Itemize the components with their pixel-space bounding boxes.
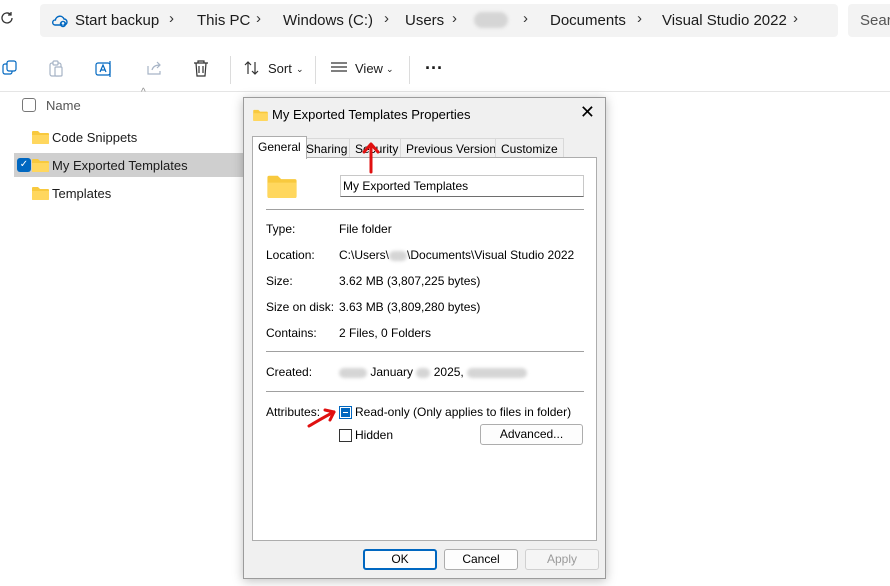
cancel-button[interactable]: Cancel xyxy=(444,549,518,570)
location-value: C:\Users\ \Documents\Visual Studio 2022 xyxy=(339,248,574,262)
address-bar[interactable]: Start backup › This PC › Windows (C:) › … xyxy=(40,4,838,37)
size-label: Size: xyxy=(266,274,293,288)
tab-previous-versions[interactable]: Previous Versions xyxy=(400,138,509,158)
type-value: File folder xyxy=(339,222,392,236)
tab-sharing[interactable]: Sharing xyxy=(300,138,354,158)
hidden-checkbox[interactable] xyxy=(339,429,352,442)
created-year: 2025, xyxy=(433,365,464,379)
size-value: 3.62 MB (3,807,225 bytes) xyxy=(339,274,481,288)
list-item-label: Code Snippets xyxy=(52,130,138,145)
list-item[interactable]: ✓ My Exported Templates xyxy=(14,153,245,177)
breadcrumb-windows-c[interactable]: Windows (C:) xyxy=(283,12,373,29)
contains-label: Contains: xyxy=(266,326,317,340)
location-suffix: \Documents\Visual Studio 2022 xyxy=(407,248,575,262)
list-item-label: Templates xyxy=(52,186,112,201)
address-row: Start backup › This PC › Windows (C:) › … xyxy=(0,0,890,44)
more-options-button[interactable]: ··· xyxy=(425,58,443,79)
sort-button[interactable]: Sort xyxy=(268,61,292,76)
apply-button[interactable]: Apply xyxy=(525,549,599,570)
readonly-checkbox[interactable] xyxy=(339,406,352,419)
tab-customize[interactable]: Customize xyxy=(495,138,564,158)
folder-icon xyxy=(32,186,49,203)
close-icon[interactable]: ✕ xyxy=(580,102,595,123)
chevron-right-icon[interactable]: › xyxy=(793,10,798,27)
redacted-username[interactable] xyxy=(474,12,508,28)
general-tab-panel: My Exported Templates Type: File folder … xyxy=(252,157,597,541)
paste-icon[interactable] xyxy=(48,60,66,78)
checkmark-icon[interactable]: ✓ xyxy=(17,158,31,172)
rename-icon[interactable] xyxy=(95,60,113,78)
toolbar-divider xyxy=(230,56,231,84)
divider xyxy=(266,209,584,210)
sort-icon[interactable] xyxy=(244,60,262,78)
folder-icon xyxy=(267,174,297,203)
created-month: January xyxy=(370,365,414,379)
copy-icon[interactable] xyxy=(2,60,20,78)
view-button[interactable]: View xyxy=(355,61,383,76)
folder-icon xyxy=(253,108,268,126)
file-explorer-window: Start backup › This PC › Windows (C:) › … xyxy=(0,0,890,586)
breadcrumb-documents[interactable]: Documents xyxy=(550,12,626,29)
tab-security[interactable]: Security xyxy=(349,138,405,158)
properties-dialog: My Exported Templates Properties ✕ Gener… xyxy=(243,97,606,579)
hidden-label[interactable]: Hidden xyxy=(355,428,393,442)
select-all-checkbox[interactable] xyxy=(22,98,36,112)
toolbar-divider xyxy=(315,56,316,84)
chevron-right-icon[interactable]: › xyxy=(384,10,389,27)
list-item[interactable]: Templates xyxy=(14,181,245,205)
created-value: January 2025, xyxy=(339,365,528,379)
refresh-icon[interactable] xyxy=(0,11,20,31)
redacted-day xyxy=(416,367,431,378)
folder-icon xyxy=(32,130,49,147)
redacted-time xyxy=(467,367,528,378)
advanced-button[interactable]: Advanced... xyxy=(480,424,583,445)
breadcrumb-users[interactable]: Users xyxy=(405,12,444,29)
cloud-backup-icon[interactable] xyxy=(51,13,69,34)
delete-icon[interactable] xyxy=(193,60,211,78)
attributes-label: Attributes: xyxy=(266,405,321,419)
list-item[interactable]: Code Snippets xyxy=(14,125,245,149)
contains-value: 2 Files, 0 Folders xyxy=(339,326,432,340)
divider xyxy=(266,391,584,392)
created-label: Created: xyxy=(266,365,313,379)
start-backup-link[interactable]: Start backup xyxy=(75,12,159,29)
chevron-right-icon[interactable]: › xyxy=(452,10,457,27)
redacted-weekday xyxy=(339,367,367,378)
dialog-title: My Exported Templates Properties xyxy=(272,107,471,122)
divider xyxy=(266,351,584,352)
readonly-label[interactable]: Read-only (Only applies to files in fold… xyxy=(355,405,571,419)
chevron-down-icon[interactable]: ⌄ xyxy=(296,64,304,75)
list-item-label: My Exported Templates xyxy=(52,158,188,173)
folder-icon xyxy=(32,158,49,175)
ok-button[interactable]: OK xyxy=(363,549,437,570)
breadcrumb-visual-studio-2022[interactable]: Visual Studio 2022 xyxy=(662,12,787,29)
redacted-username xyxy=(389,250,408,261)
command-bar: Sort ⌄ View ⌄ ··· xyxy=(0,48,890,92)
chevron-right-icon[interactable]: › xyxy=(256,10,261,27)
size-on-disk-value: 3.63 MB (3,809,280 bytes) xyxy=(339,300,481,314)
chevron-right-icon[interactable]: › xyxy=(637,10,642,27)
chevron-right-icon[interactable]: › xyxy=(523,10,528,27)
breadcrumb-this-pc[interactable]: This PC xyxy=(197,12,250,29)
file-list: ^ Name Code Snippets ✓ My Exported Templ… xyxy=(0,87,245,586)
location-label: Location: xyxy=(266,248,315,262)
chevron-right-icon[interactable]: › xyxy=(169,10,174,27)
toolbar-divider xyxy=(409,56,410,84)
view-icon[interactable] xyxy=(330,60,348,78)
tab-general[interactable]: General xyxy=(252,136,307,159)
location-prefix: C:\Users\ xyxy=(339,248,390,262)
chevron-down-icon[interactable]: ⌄ xyxy=(386,64,394,75)
share-icon[interactable] xyxy=(145,60,163,78)
size-on-disk-label: Size on disk: xyxy=(266,300,335,314)
type-label: Type: xyxy=(266,222,296,236)
sort-ascending-icon: ^ xyxy=(141,87,146,98)
folder-name-field[interactable]: My Exported Templates xyxy=(340,175,584,197)
search-input[interactable]: Searc xyxy=(848,4,890,37)
column-header-name[interactable]: Name xyxy=(46,98,81,113)
